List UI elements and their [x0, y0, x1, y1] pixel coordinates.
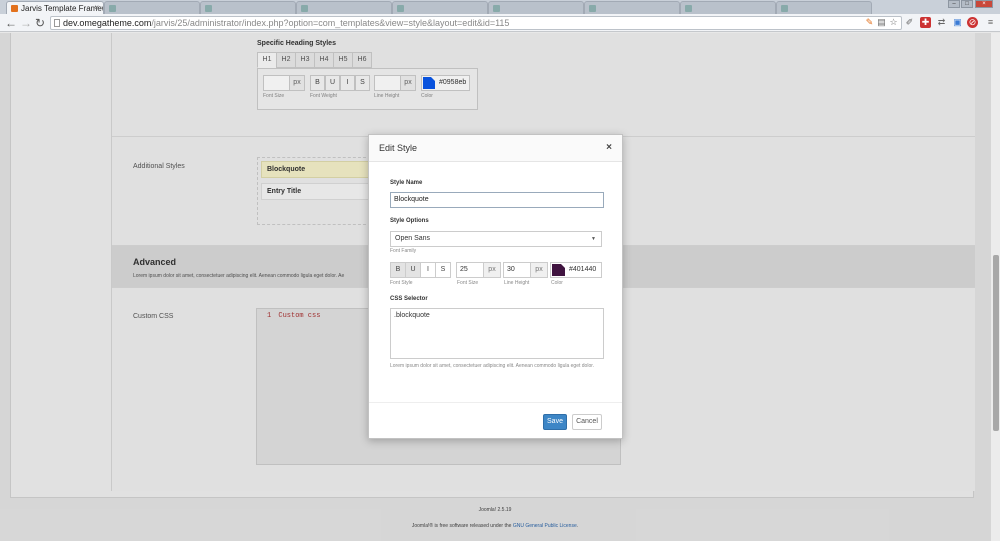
page-extension-icon[interactable]: ▤: [876, 17, 887, 28]
maximize-window-icon[interactable]: □: [961, 0, 973, 8]
page-scrollbar[interactable]: [990, 33, 1000, 541]
browser-tab-bar: Jarvis Template Framewo × – □ ×: [0, 0, 1000, 14]
wrench-icon[interactable]: ✐: [904, 17, 915, 28]
bold-button[interactable]: B: [390, 262, 406, 278]
close-icon[interactable]: ×: [606, 142, 612, 153]
modal-footer: Save Cancel: [369, 402, 622, 438]
favicon-icon: [397, 5, 404, 12]
favicon-icon: [109, 5, 116, 12]
scrollbar-thumb[interactable]: [993, 255, 999, 431]
favicon-icon: [589, 5, 596, 12]
browser-tab[interactable]: [104, 1, 200, 14]
style-name-input[interactable]: Blockquote: [390, 192, 604, 208]
favicon-icon: [493, 5, 500, 12]
browser-tab[interactable]: [584, 1, 680, 14]
color-caption: Color: [551, 280, 563, 286]
color-picker[interactable]: #401440: [550, 262, 602, 278]
back-icon[interactable]: ←: [5, 16, 17, 30]
tab-jarvis-template[interactable]: Jarvis Template Framewo ×: [6, 1, 104, 14]
star-icon[interactable]: ☆: [888, 17, 899, 28]
italic-button[interactable]: I: [420, 262, 436, 278]
close-tab-icon[interactable]: ×: [94, 3, 99, 12]
px-addon: px: [530, 262, 548, 278]
browser-tab[interactable]: [776, 1, 872, 14]
font-size-input[interactable]: 25: [456, 262, 484, 278]
css-selector-label: CSS Selector: [390, 296, 428, 302]
style-name-label: Style Name: [390, 180, 423, 186]
browser-tab[interactable]: [392, 1, 488, 14]
font-family-select[interactable]: Open Sans ▼: [390, 231, 602, 247]
address-bar[interactable]: dev.omegatheme.com/jarvis/25/administrat…: [50, 16, 902, 30]
cancel-button[interactable]: Cancel: [572, 414, 602, 430]
favicon-icon: [781, 5, 788, 12]
joomla-extension-icon[interactable]: ✎: [864, 17, 875, 28]
page-icon: [54, 19, 60, 27]
browser-toolbar: ← → ↻ dev.omegatheme.com/jarvis/25/admin…: [0, 14, 1000, 32]
modal-title: Edit Style: [379, 143, 418, 153]
minimize-window-icon[interactable]: –: [948, 0, 960, 8]
red-extension-icon[interactable]: ✚: [920, 17, 931, 28]
favicon-icon: [205, 5, 212, 12]
browser-tab[interactable]: [200, 1, 296, 14]
favicon-icon: [685, 5, 692, 12]
strike-button[interactable]: S: [435, 262, 451, 278]
adblock-icon[interactable]: ⊘: [967, 17, 978, 28]
color-swatch: [552, 264, 565, 276]
css-selector-help: Lorem ipsum dolor sit amet, consectetuer…: [390, 363, 595, 369]
joomla-favicon-icon: [11, 5, 18, 12]
line-height-caption: Line Height: [504, 280, 530, 286]
close-window-icon[interactable]: ×: [975, 0, 993, 8]
css-selector-textarea[interactable]: .blockquote: [390, 308, 604, 359]
forward-icon[interactable]: →: [20, 16, 32, 30]
edit-style-modal: Edit Style × Style Name Blockquote Style…: [368, 134, 623, 439]
underline-button[interactable]: U: [405, 262, 421, 278]
reload-icon[interactable]: ↻: [35, 16, 45, 30]
translate-icon[interactable]: ⇄: [936, 17, 947, 28]
favicon-icon: [301, 5, 308, 12]
font-style-caption: Font Style: [390, 280, 413, 286]
browser-tab[interactable]: [488, 1, 584, 14]
line-height-input[interactable]: 30: [503, 262, 531, 278]
px-addon: px: [483, 262, 501, 278]
modal-header: Edit Style ×: [369, 135, 622, 162]
browser-tab[interactable]: [296, 1, 392, 14]
save-button[interactable]: Save: [543, 414, 567, 430]
style-options-label: Style Options: [390, 218, 429, 224]
chevron-down-icon: ▼: [591, 236, 596, 242]
browser-tab[interactable]: [680, 1, 776, 14]
menu-icon[interactable]: ≡: [985, 17, 996, 28]
font-family-caption: Font Family: [390, 248, 417, 254]
font-size-caption: Font Size: [457, 280, 479, 286]
